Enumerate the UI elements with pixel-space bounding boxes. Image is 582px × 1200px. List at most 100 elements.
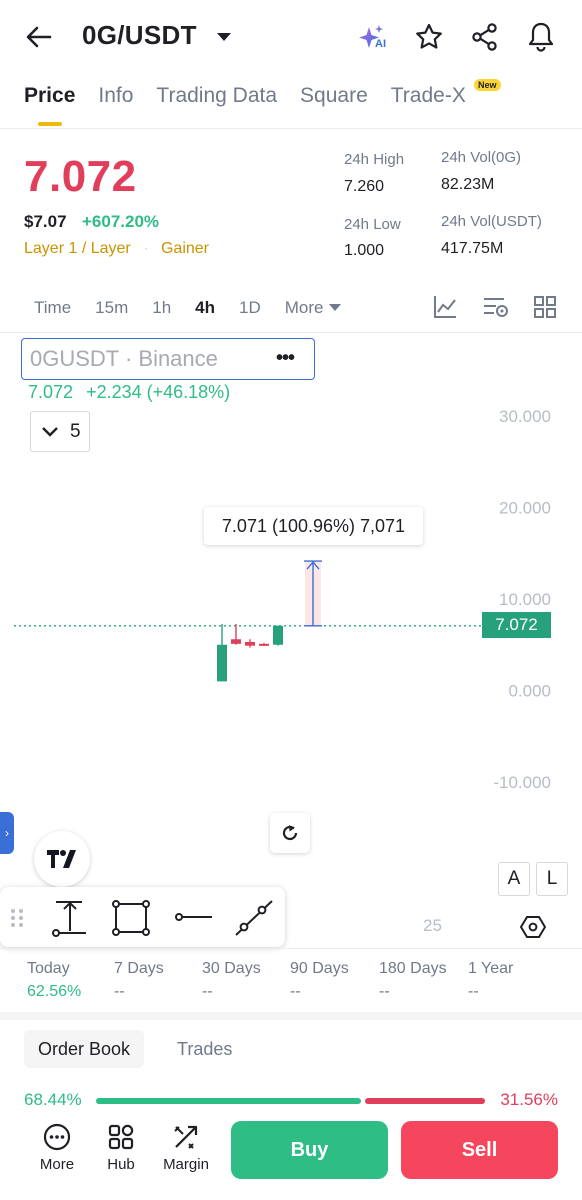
tab-order-book[interactable]: Order Book [24, 1030, 145, 1068]
y-tick-label: 30.000 [499, 407, 551, 426]
perf-180d: 180 Days -- [379, 960, 447, 1001]
more-dots-icon[interactable]: ••• [276, 347, 295, 370]
sell-button[interactable]: Sell [401, 1121, 558, 1179]
side-drawer-toggle[interactable]: › [0, 812, 14, 854]
buy-button[interactable]: Buy [231, 1121, 388, 1179]
tab-trading-data[interactable]: Trading Data [156, 84, 277, 108]
change-percent: +607.20% [82, 212, 160, 231]
high-value: 7.260 [344, 178, 385, 195]
y-tick-label: 20.000 [499, 499, 551, 518]
high-label: 24h High [344, 151, 405, 168]
symbol-legend-box[interactable]: 0GUSDT · Binance ••• [21, 338, 315, 380]
drag-handle-icon[interactable] [10, 908, 24, 928]
pair-title[interactable]: 0G/USDT [82, 20, 197, 51]
perf-value: -- [468, 983, 479, 1000]
bid-ratio: 68.44% [24, 1090, 82, 1109]
chart-settings-icon[interactable] [482, 294, 510, 320]
y-tick-label: 0.000 [508, 682, 551, 701]
hub-icon [108, 1124, 134, 1150]
low-value: 1.000 [344, 242, 385, 259]
ask-ratio-bar [365, 1098, 485, 1104]
share-icon[interactable] [470, 22, 500, 52]
low-label: 24h Low [344, 216, 401, 233]
indicator-count: 5 [70, 421, 81, 442]
candle-body [273, 625, 283, 645]
vol-base-value: 82.23M [441, 176, 495, 193]
interval-selector: Time 15m 1h 4h 1D More [34, 298, 342, 318]
pair-dropdown-icon[interactable] [216, 31, 232, 43]
indicator-collapse-button[interactable]: 5 [30, 411, 90, 452]
trend-line-tool-icon[interactable] [234, 899, 274, 937]
tab-info[interactable]: Info [98, 84, 133, 108]
tab-square[interactable]: Square [300, 84, 368, 108]
interval-15m[interactable]: 15m [95, 298, 128, 318]
current-price-tag: 7.072 [482, 612, 551, 638]
ohlc-legend: 7.072 +2.234 (+46.18%) [28, 382, 230, 403]
ohlc-price: 7.072 [28, 382, 74, 402]
interval-4h[interactable]: 4h [195, 298, 215, 318]
ai-label: AI [375, 38, 386, 50]
candle-body [245, 642, 255, 646]
perf-value: -- [290, 983, 301, 1000]
header-divider [0, 128, 582, 129]
tag-row: Layer 1 / Layer · Gainer [24, 240, 209, 258]
tradingview-logo[interactable] [34, 831, 90, 887]
horizontal-line-tool-icon[interactable] [174, 911, 212, 923]
perf-label: 1 Year [468, 960, 514, 977]
margin-button[interactable]: Margin [158, 1122, 214, 1173]
back-icon[interactable] [24, 22, 54, 52]
log-scale-button[interactable]: L [536, 862, 568, 896]
reset-chart-button[interactable] [270, 813, 310, 853]
tab-trades[interactable]: Trades [163, 1030, 246, 1068]
chevron-down-icon [42, 427, 58, 437]
perf-label: 180 Days [379, 960, 447, 977]
indicator-icon[interactable] [432, 294, 458, 320]
perf-1y: 1 Year -- [468, 960, 513, 1001]
ai-icon[interactable]: AI [356, 22, 390, 56]
perf-7d: 7 Days -- [114, 960, 164, 1001]
price-range-tool-icon[interactable] [52, 899, 88, 937]
vol-base-label: 24h Vol(0G) [441, 149, 522, 166]
layout-grid-icon[interactable] [533, 295, 557, 319]
tab-trade-x[interactable]: Trade-X [391, 84, 466, 108]
candle-body [231, 639, 241, 644]
tradingview-icon [47, 850, 76, 868]
interval-1d[interactable]: 1D [239, 298, 261, 318]
more-circle-icon [43, 1123, 71, 1151]
interval-more-caret-icon [329, 304, 342, 311]
interval-1h[interactable]: 1h [152, 298, 171, 318]
perf-value: -- [202, 983, 213, 1000]
interval-more[interactable]: More [285, 298, 324, 318]
rectangle-tool-icon[interactable] [112, 900, 150, 936]
tab-price[interactable]: Price [24, 84, 75, 108]
perf-value: -- [379, 983, 390, 1000]
perf-30d: 30 Days -- [202, 960, 261, 1001]
measure-tooltip: 7.071 (100.96%) 7,071 [204, 507, 423, 545]
y-tick-label: -10.000 [493, 773, 551, 792]
auto-scale-button[interactable]: A [498, 862, 530, 896]
hub-button[interactable]: Hub [101, 1122, 141, 1173]
ask-ratio: 31.56% [500, 1090, 558, 1109]
perf-label: 7 Days [114, 960, 164, 977]
tag-gainer[interactable]: Gainer [161, 240, 209, 257]
hub-label: Hub [107, 1156, 135, 1173]
perf-label: 30 Days [202, 960, 261, 977]
candle-body [217, 644, 227, 682]
interval-time[interactable]: Time [34, 298, 71, 318]
new-badge: New [474, 79, 501, 91]
favorite-star-icon[interactable] [414, 22, 444, 52]
bid-ratio-bar [96, 1098, 361, 1104]
x-axis-label: 25 [423, 916, 442, 935]
y-tick-label: 10.000 [499, 590, 551, 609]
notification-bell-icon[interactable] [526, 20, 556, 52]
more-label: More [39, 1156, 75, 1173]
perf-value: 62.56% [27, 983, 82, 1000]
tag-category[interactable]: Layer 1 / Layer [24, 240, 131, 257]
symbol-text: 0GUSDT · Binance [30, 346, 218, 371]
perf-90d: 90 Days -- [290, 960, 349, 1001]
candle-body [259, 643, 269, 646]
margin-icon [174, 1125, 198, 1149]
more-button[interactable]: More [37, 1122, 77, 1173]
chart-settings-hex-icon[interactable] [520, 914, 546, 940]
active-tab-indicator [38, 122, 62, 126]
